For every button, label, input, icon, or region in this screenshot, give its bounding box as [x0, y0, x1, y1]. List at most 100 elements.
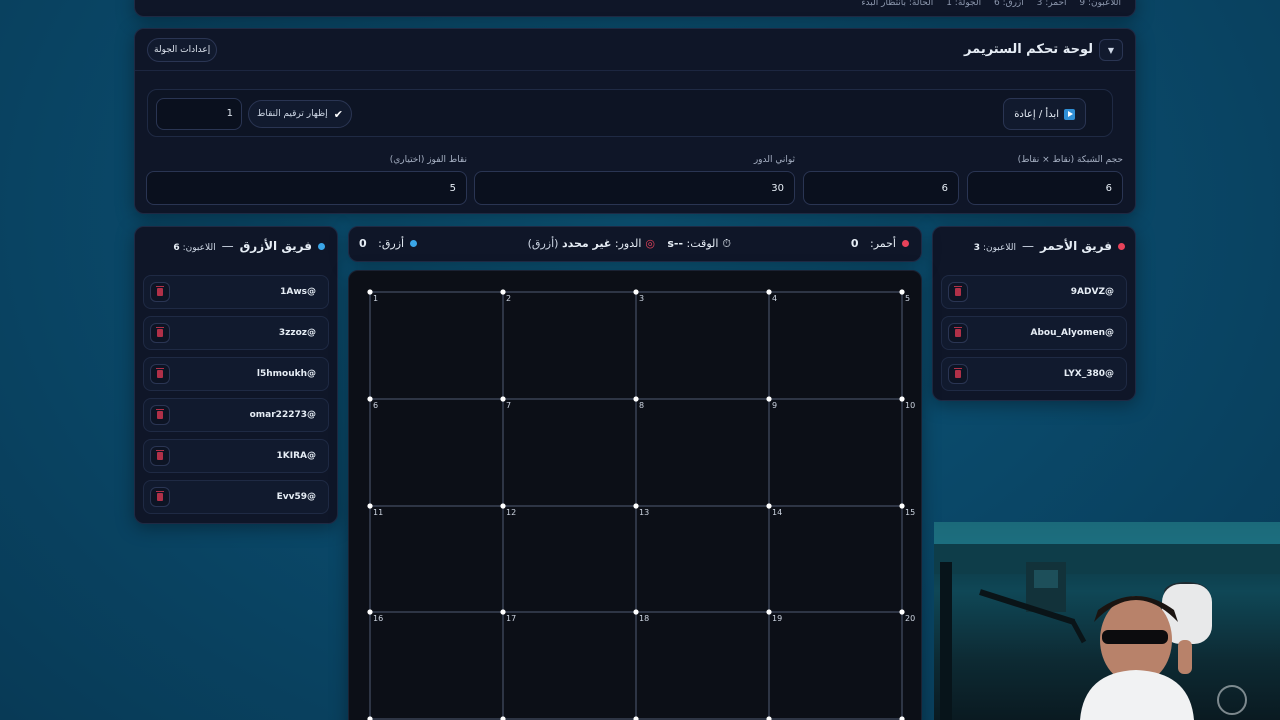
show-numbering-toggle[interactable]: ✔ إظهار ترقيم النقاط	[248, 100, 352, 128]
remove-player-button[interactable]	[150, 282, 170, 302]
dot-number: 8	[639, 401, 644, 410]
webcam-feed-image	[934, 522, 1280, 720]
player-row: Abou_Alyomen@	[941, 316, 1127, 350]
player-name: omar22273@	[249, 410, 316, 420]
grid-size-cols-input[interactable]: 6	[967, 171, 1123, 205]
player-row: LYX_380@	[941, 357, 1127, 391]
dot-number: 9	[772, 401, 777, 410]
dot-number: 10	[905, 401, 915, 410]
dots-grid[interactable]: 1 2 3 4 56 7 8 9 1011 12 13 14 1516 17 18 19 20	[349, 271, 923, 720]
player-row: 1KIRA@	[143, 439, 329, 473]
grid-dot[interactable]	[500, 716, 506, 720]
trash-icon	[954, 327, 962, 337]
grid-dot[interactable]	[633, 396, 639, 402]
grid-dot[interactable]	[899, 396, 905, 402]
remove-player-button[interactable]	[150, 446, 170, 466]
grid-dot[interactable]	[500, 396, 506, 402]
grid-dot[interactable]	[899, 289, 905, 295]
blue-dot-icon	[318, 243, 325, 250]
dot-number: 7	[506, 401, 511, 410]
win-points-label: نقاط الفوز (اختياري)	[389, 155, 467, 165]
grid-dot[interactable]	[367, 609, 373, 615]
dot-number: 20	[905, 614, 915, 623]
players-label: اللاعبون:	[182, 243, 216, 253]
red-score: أحمر: 0	[851, 237, 909, 250]
trash-icon	[954, 286, 962, 296]
grid-dot[interactable]	[766, 503, 772, 509]
grid-dot[interactable]	[633, 503, 639, 509]
remove-player-button[interactable]	[150, 487, 170, 507]
dot-number: 14	[772, 508, 782, 517]
remove-player-button[interactable]	[150, 364, 170, 384]
grid-size-rows-input[interactable]: 6	[803, 171, 959, 205]
control-panel-header: ▼ لوحة تحكم الستريمر إعدادات الجولة	[135, 29, 1135, 71]
show-numbering-label: إظهار ترقيم النقاط	[257, 109, 328, 119]
triangle-down-icon: ▼	[1107, 45, 1115, 55]
blue-score: أزرق: 0	[359, 237, 418, 250]
remove-player-button[interactable]	[948, 323, 968, 343]
team-name: فريق الأزرق	[239, 239, 312, 253]
red-dot-icon	[902, 240, 909, 247]
dot-number: 18	[639, 614, 649, 623]
grid-dot[interactable]	[633, 716, 639, 720]
grid-dot[interactable]	[633, 289, 639, 295]
grid-dot[interactable]	[500, 609, 506, 615]
win-points-input[interactable]: 5	[146, 171, 467, 205]
control-panel-title: لوحة تحكم الستريمر	[964, 42, 1093, 57]
grid-dot[interactable]	[766, 289, 772, 295]
title-separator: —	[221, 239, 234, 253]
game-info-crumbs: اللاعبون: 9 أحمر: 3 أزرق: 6 الجولة: 1 ال…	[851, 0, 1121, 8]
numbering-start-input[interactable]: 1	[156, 98, 242, 130]
target-icon: ◎	[645, 237, 655, 250]
check-icon: ✔	[333, 107, 343, 121]
red-team-header: فريق الأحمر — اللاعبون:3	[933, 227, 1135, 267]
grid-dot[interactable]	[367, 716, 373, 720]
dot-number: 16	[373, 614, 383, 623]
dot-number: 12	[506, 508, 516, 517]
game-board[interactable]: 1 2 3 4 5 6 7 8 9 10 11 12 13 14 15 16 17 18 19 20	[348, 270, 922, 720]
remove-player-button[interactable]	[948, 364, 968, 384]
grid-dot[interactable]	[500, 289, 506, 295]
title-separator: —	[1021, 239, 1034, 253]
grid-dot[interactable]	[367, 396, 373, 402]
trash-icon	[156, 327, 164, 337]
crumb-item: الجولة: 1	[946, 0, 982, 8]
start-restart-button[interactable]: ابدأ / إعادة	[1003, 98, 1086, 130]
streamer-control-panel: ▼ لوحة تحكم الستريمر إعدادات الجولة ابدأ…	[134, 28, 1136, 214]
grid-dot[interactable]	[899, 609, 905, 615]
remove-player-button[interactable]	[948, 282, 968, 302]
red-team-panel: فريق الأحمر — اللاعبون:3 9ADVZ@ Abou_Alyom…	[932, 226, 1136, 401]
blue-team-header: فريق الأزرق — اللاعبون:6	[135, 227, 337, 267]
time-value: --s	[667, 237, 684, 250]
turn-label: الدور:	[614, 237, 642, 250]
turn-seconds-input[interactable]: 30	[474, 171, 795, 205]
player-name: 1KIRA@	[276, 451, 316, 461]
player-name: Abou_Alyomen@	[1030, 328, 1115, 338]
red-score-label: أحمر:	[870, 237, 896, 250]
trash-icon	[156, 368, 164, 378]
grid-dot[interactable]	[899, 716, 905, 720]
player-name: LYX_380@	[1063, 369, 1114, 379]
grid-dot[interactable]	[367, 503, 373, 509]
round-settings-button[interactable]: إعدادات الجولة	[147, 38, 218, 62]
grid-dot[interactable]	[633, 609, 639, 615]
grid-dot[interactable]	[766, 716, 772, 720]
collapse-button[interactable]: ▼	[1099, 39, 1123, 61]
grid-dot[interactable]	[766, 396, 772, 402]
remove-player-button[interactable]	[150, 323, 170, 343]
player-name: 1Aws@	[280, 287, 316, 297]
dot-number: 6	[373, 401, 378, 410]
trash-icon	[954, 368, 962, 378]
dot-number: 3	[639, 294, 644, 303]
player-name: 9ADVZ@	[1070, 287, 1114, 297]
grid-dot[interactable]	[367, 289, 373, 295]
red-score-value: 0	[850, 237, 859, 250]
dot-number: 4	[772, 294, 777, 303]
grid-dot[interactable]	[500, 503, 506, 509]
remove-player-button[interactable]	[150, 405, 170, 425]
blue-team-panel: فريق الأزرق — اللاعبون:6 1Aws@ 3zzoz@ l5hm…	[134, 226, 338, 524]
grid-dot[interactable]	[899, 503, 905, 509]
players-count: 3	[973, 243, 980, 253]
turn-value: غير محدد	[561, 237, 612, 250]
grid-dot[interactable]	[766, 609, 772, 615]
